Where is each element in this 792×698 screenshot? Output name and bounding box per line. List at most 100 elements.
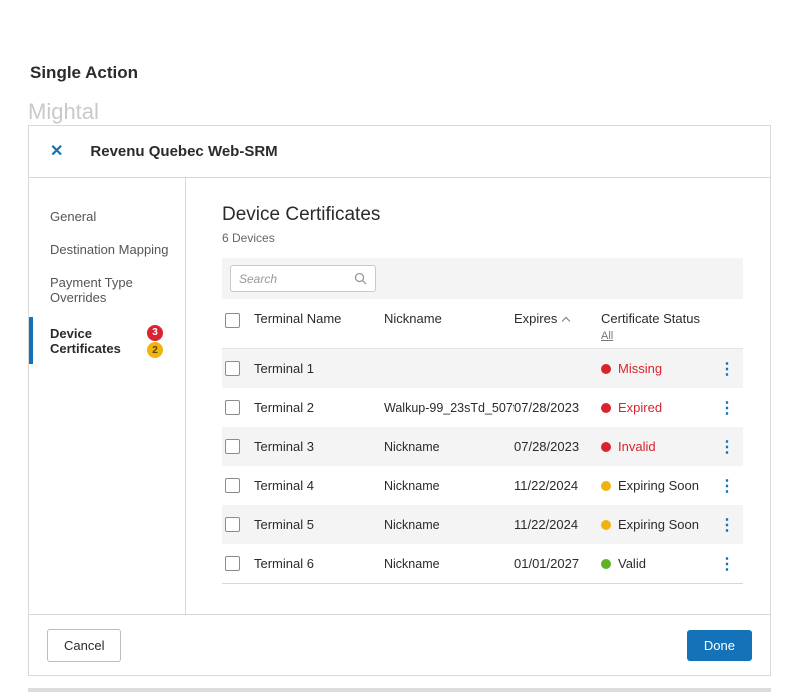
table-row: Terminal 1 Missing ⋮ — [222, 349, 743, 388]
sidebar: General Destination Mapping Payment Type… — [29, 178, 186, 614]
col-certificate-status: Certificate Status All — [601, 311, 719, 342]
terminal-name: Terminal 6 — [254, 556, 314, 571]
search-box[interactable] — [230, 265, 376, 292]
modal-header: ✕ Revenu Quebec Web-SRM — [29, 126, 770, 178]
terminal-name: Terminal 2 — [254, 400, 314, 415]
next-section-divider — [28, 688, 771, 692]
expires-date: 11/22/2024 — [514, 478, 579, 493]
status-dot — [601, 442, 611, 452]
col-expires-sort[interactable]: Expires — [514, 311, 601, 326]
expires-date: 01/01/2027 — [514, 556, 580, 571]
device-count: 6 Devices — [222, 231, 275, 245]
done-button[interactable]: Done — [686, 629, 752, 661]
table-header: Terminal Name Nickname Expires Certifica… — [222, 299, 743, 349]
row-checkbox-cell — [222, 361, 254, 376]
row-checkbox[interactable] — [225, 478, 240, 493]
table-row: Terminal 5 Nickname 11/22/2024 Expiring … — [222, 505, 743, 544]
status-filter-all-link[interactable]: All — [601, 330, 613, 342]
main-content: Device Certificates 6 Devices Terminal N… — [186, 178, 770, 614]
sidebar-item-label: Device Certificates — [50, 325, 121, 356]
status-label: Expired — [618, 400, 663, 415]
row-checkbox[interactable] — [225, 556, 240, 571]
nickname: Nickname — [384, 439, 440, 454]
status-label: Valid — [618, 556, 646, 571]
status-cell: Missing — [601, 361, 719, 376]
col-nickname: Nickname — [384, 311, 442, 326]
sidebar-badge: 3 — [147, 324, 164, 341]
search-input[interactable] — [239, 271, 354, 286]
terminal-name: Terminal 5 — [254, 517, 314, 532]
expires-date: 07/28/2023 — [514, 400, 580, 415]
status-label: Expiring Soon — [618, 517, 699, 532]
terminal-name: Terminal 1 — [254, 361, 314, 376]
sort-asc-icon — [562, 316, 571, 326]
kebab-menu-icon[interactable]: ⋮ — [719, 398, 743, 418]
status-cell: Invalid — [601, 439, 719, 454]
close-icon[interactable]: ✕ — [50, 143, 63, 160]
row-checkbox-cell — [222, 439, 254, 454]
row-checkbox-cell — [222, 400, 254, 415]
sidebar-badge: 2 — [147, 342, 164, 358]
status-cell: Expiring Soon — [601, 517, 719, 532]
sidebar-item[interactable]: Device Certificates 32 — [29, 314, 185, 367]
modal-footer: Cancel Done — [29, 614, 770, 675]
status-dot — [601, 559, 611, 569]
search-icon — [354, 272, 367, 285]
table-row: Terminal 6 Nickname 01/01/2027 Valid ⋮ — [222, 544, 743, 583]
page-title: Single Action — [30, 63, 138, 82]
row-checkbox-cell — [222, 478, 254, 493]
table-row: Terminal 4 Nickname 11/22/2024 Expiring … — [222, 466, 743, 505]
terminal-name: Terminal 4 — [254, 478, 314, 493]
header-checkbox-cell — [222, 311, 254, 331]
row-checkbox-cell — [222, 556, 254, 571]
table-rows: Terminal 1 Missing ⋮ Terminal 2 Walkup-9… — [222, 349, 743, 584]
expires-date: 11/22/2024 — [514, 517, 579, 532]
status-cell: Expired — [601, 400, 719, 415]
table-row: Terminal 2 Walkup-99_23sTd_507f1 07/28/2… — [222, 388, 743, 427]
modal-title: Revenu Quebec Web-SRM — [90, 143, 278, 160]
status-cell: Expiring Soon — [601, 478, 719, 493]
status-dot — [601, 481, 611, 491]
sidebar-item[interactable]: General — [29, 200, 185, 233]
status-dot — [601, 520, 611, 530]
search-strip — [222, 258, 743, 299]
status-dot — [601, 364, 611, 374]
status-label: Expiring Soon — [618, 478, 699, 493]
sidebar-item-label: Payment Type Overrides — [50, 275, 133, 305]
select-all-checkbox[interactable] — [225, 313, 240, 328]
table-row: Terminal 3 Nickname 07/28/2023 Invalid ⋮ — [222, 427, 743, 466]
col-expires-label: Expires — [514, 311, 558, 326]
status-cell: Valid — [601, 556, 719, 571]
col-status-label: Certificate Status — [601, 311, 700, 326]
col-terminal-name: Terminal Name — [254, 311, 342, 326]
status-label: Invalid — [618, 439, 656, 454]
kebab-menu-icon[interactable]: ⋮ — [719, 554, 743, 574]
row-checkbox[interactable] — [225, 517, 240, 532]
row-checkbox[interactable] — [225, 361, 240, 376]
expires-date: 07/28/2023 — [514, 439, 580, 454]
kebab-menu-icon[interactable]: ⋮ — [719, 359, 743, 379]
sidebar-item-label: Destination Mapping — [50, 242, 169, 257]
modal-body: General Destination Mapping Payment Type… — [29, 178, 770, 614]
cancel-button[interactable]: Cancel — [47, 628, 122, 662]
nickname: Nickname — [384, 478, 440, 493]
sidebar-item[interactable]: Payment Type Overrides — [29, 266, 185, 314]
nickname: Walkup-99_23sTd_507f1 — [384, 400, 514, 415]
status-label: Missing — [618, 361, 663, 376]
kebab-menu-icon[interactable]: ⋮ — [719, 437, 743, 457]
kebab-menu-icon[interactable]: ⋮ — [719, 476, 743, 496]
device-certificates-modal: ✕ Revenu Quebec Web-SRM General Destinat… — [28, 125, 771, 676]
row-checkbox-cell — [222, 517, 254, 532]
row-checkbox[interactable] — [225, 439, 240, 454]
sidebar-item[interactable]: Destination Mapping — [29, 233, 185, 266]
nickname: Nickname — [384, 556, 440, 571]
nickname: Nickname — [384, 517, 440, 532]
terminal-name: Terminal 3 — [254, 439, 314, 454]
kebab-menu-icon[interactable]: ⋮ — [719, 515, 743, 535]
sidebar-item-label: General — [50, 209, 97, 224]
status-dot — [601, 403, 611, 413]
content-heading: Device Certificates — [222, 204, 381, 225]
sidebar-item-badges: 32 — [143, 323, 175, 358]
row-checkbox[interactable] — [225, 400, 240, 415]
section-label: Mightal — [28, 99, 99, 124]
